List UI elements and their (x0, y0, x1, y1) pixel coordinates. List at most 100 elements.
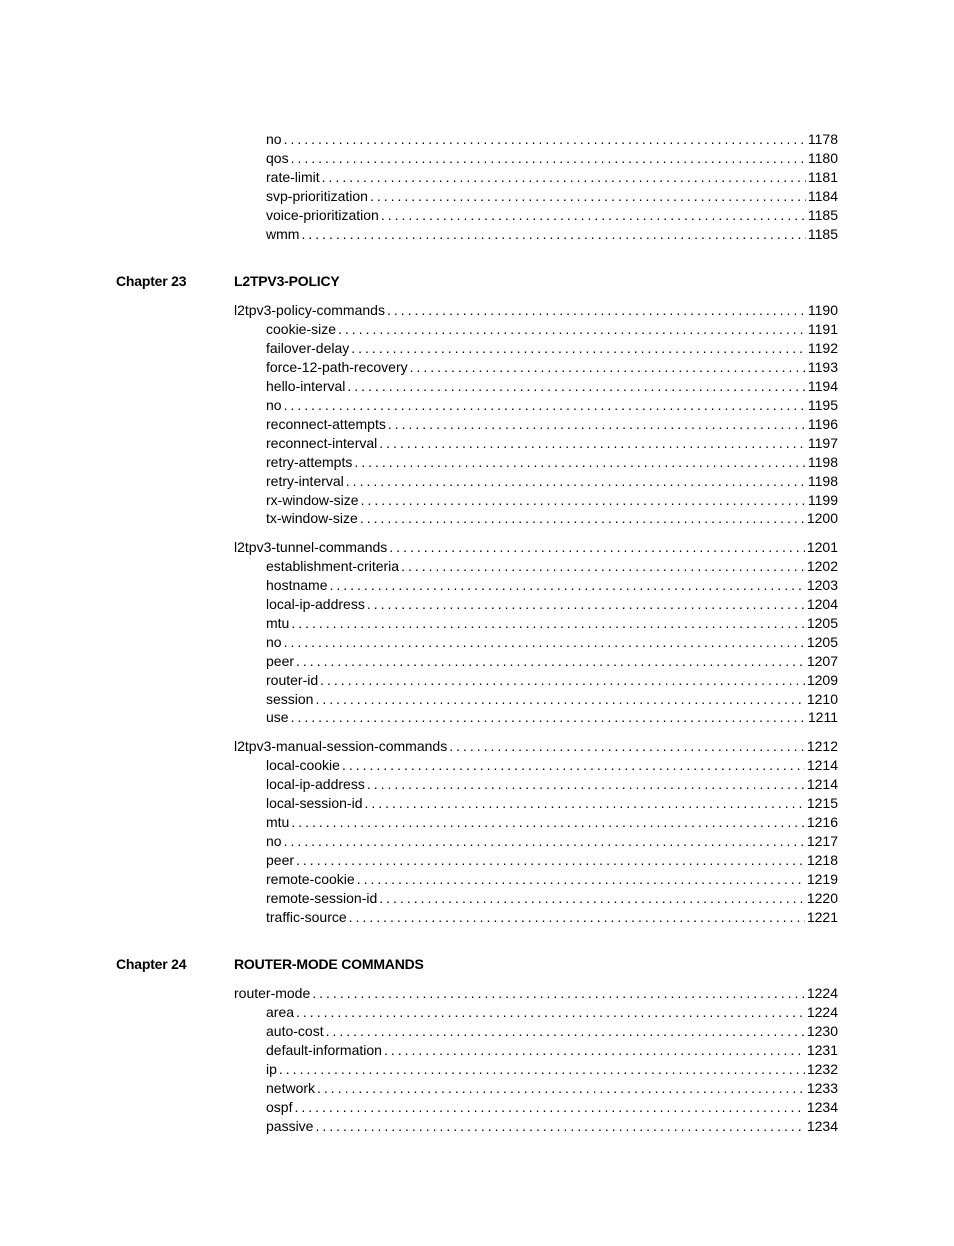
toc-leader-dots (292, 1098, 806, 1117)
toc-entry[interactable]: router-id 1209 (266, 671, 838, 690)
toc-leader-dots (344, 472, 808, 491)
toc-entry-page: 1180 (808, 149, 838, 168)
chapter-label: Chapter 23 (116, 273, 234, 289)
toc-entry-text: auto-cost (266, 1022, 324, 1041)
toc-entry[interactable]: ospf 1234 (266, 1098, 838, 1117)
toc-entry-page: 1234 (807, 1098, 838, 1117)
toc-entry-text: rate-limit (266, 168, 320, 187)
toc-entry[interactable]: l2tpv3-policy-commands 1190 (234, 301, 838, 320)
toc-entry[interactable]: no 1195 (266, 396, 838, 415)
toc-entry-text: l2tpv3-tunnel-commands (234, 538, 387, 557)
toc-entry[interactable]: reconnect-interval 1197 (266, 434, 838, 453)
toc-entry-page: 1221 (807, 908, 838, 927)
toc-entry-text: failover-delay (266, 339, 349, 358)
toc-entry-page: 1196 (808, 415, 838, 434)
toc-entry[interactable]: tx-window-size 1200 (266, 509, 838, 528)
toc-entry[interactable]: retry-interval 1198 (266, 472, 838, 491)
toc-entry-text: no (266, 130, 282, 149)
toc-entry-text: establishment-criteria (266, 557, 399, 576)
toc-entry-page: 1202 (807, 557, 838, 576)
toc-entry[interactable]: passive 1234 (266, 1117, 838, 1136)
toc-entry[interactable]: voice-prioritization 1185 (266, 206, 838, 225)
toc-leader-dots (387, 538, 807, 557)
chapter-title: ROUTER-MODE COMMANDS (234, 956, 424, 972)
toc-entry-page: 1207 (807, 652, 838, 671)
toc-entry[interactable]: hostname 1203 (266, 576, 838, 595)
toc-entry[interactable]: force-12-path-recovery 1193 (266, 358, 838, 377)
toc-entry[interactable]: traffic-source 1221 (266, 908, 838, 927)
toc-entry-page: 1191 (808, 320, 838, 339)
toc-entry[interactable]: use 1211 (266, 708, 838, 727)
toc-group: l2tpv3-manual-session-commands 1212local… (116, 737, 838, 926)
toc-entry[interactable]: no 1205 (266, 633, 838, 652)
toc-entry-text: local-ip-address (266, 595, 365, 614)
toc-entry[interactable]: local-cookie 1214 (266, 756, 838, 775)
toc-leader-dots (294, 1003, 807, 1022)
toc-entry-text: qos (266, 149, 289, 168)
toc-entry-text: mtu (266, 813, 289, 832)
toc-entry[interactable]: rate-limit 1181 (266, 168, 838, 187)
toc-leader-dots (368, 187, 808, 206)
toc-entry-text: rx-window-size (266, 491, 359, 510)
toc-leader-dots (315, 1079, 807, 1098)
toc-entry[interactable]: failover-delay 1192 (266, 339, 838, 358)
toc-entry[interactable]: establishment-criteria 1202 (266, 557, 838, 576)
toc-entry[interactable]: auto-cost 1230 (266, 1022, 838, 1041)
toc-entry[interactable]: retry-attempts 1198 (266, 453, 838, 472)
toc-entry[interactable]: mtu 1216 (266, 813, 838, 832)
toc-entry[interactable]: session 1210 (266, 690, 838, 709)
toc-entry[interactable]: wmm 1185 (266, 225, 838, 244)
toc-entry[interactable]: svp-prioritization 1184 (266, 187, 838, 206)
toc-entry-text: local-ip-address (266, 775, 365, 794)
toc-entry[interactable]: no 1178 (266, 130, 838, 149)
toc-entry[interactable]: peer 1218 (266, 851, 838, 870)
toc-entry-text: l2tpv3-policy-commands (234, 301, 385, 320)
toc-entry[interactable]: mtu 1205 (266, 614, 838, 633)
toc-entry[interactable]: l2tpv3-manual-session-commands 1212 (234, 737, 838, 756)
toc-leader-dots (294, 652, 807, 671)
toc-entry-page: 1218 (807, 851, 838, 870)
toc-entry-text: no (266, 396, 282, 415)
toc-entry-page: 1224 (807, 984, 838, 1003)
toc-entry-text: no (266, 633, 282, 652)
toc-entry[interactable]: rx-window-size 1199 (266, 491, 838, 510)
toc-entry[interactable]: qos 1180 (266, 149, 838, 168)
toc-leader-dots (377, 434, 808, 453)
toc-entry-text: default-information (266, 1041, 382, 1060)
toc-entry[interactable]: default-information 1231 (266, 1041, 838, 1060)
toc-entry[interactable]: remote-session-id 1220 (266, 889, 838, 908)
toc-group: l2tpv3-tunnel-commands 1201establishment… (116, 538, 838, 727)
toc-entry[interactable]: remote-cookie 1219 (266, 870, 838, 889)
toc-entry-text: reconnect-interval (266, 434, 377, 453)
toc-entry[interactable]: network 1233 (266, 1079, 838, 1098)
toc-entry[interactable]: local-session-id 1215 (266, 794, 838, 813)
toc-leader-dots (299, 225, 807, 244)
toc-entry-text: tx-window-size (266, 509, 358, 528)
toc-entry[interactable]: local-ip-address 1214 (266, 775, 838, 794)
toc-leader-dots (359, 491, 808, 510)
toc-entry-page: 1211 (808, 708, 838, 727)
toc-entry-text: ospf (266, 1098, 292, 1117)
toc-entry[interactable]: cookie-size 1191 (266, 320, 838, 339)
toc-entry[interactable]: peer 1207 (266, 652, 838, 671)
toc-entry-text: l2tpv3-manual-session-commands (234, 737, 447, 756)
toc-leader-dots (336, 320, 808, 339)
toc-entry[interactable]: hello-interval 1194 (266, 377, 838, 396)
toc-entry-page: 1190 (808, 301, 838, 320)
toc-entry-page: 1233 (807, 1079, 838, 1098)
toc-entry[interactable]: no 1217 (266, 832, 838, 851)
toc-leader-dots (289, 149, 808, 168)
toc-entry[interactable]: local-ip-address 1204 (266, 595, 838, 614)
toc-entry[interactable]: ip 1232 (266, 1060, 838, 1079)
toc-entry[interactable]: reconnect-attempts 1196 (266, 415, 838, 434)
toc-entry-page: 1185 (808, 206, 838, 225)
toc-entry[interactable]: l2tpv3-tunnel-commands 1201 (234, 538, 838, 557)
toc-entry-page: 1178 (808, 130, 838, 149)
toc-entry-text: mtu (266, 614, 289, 633)
toc-entry-page: 1200 (807, 509, 838, 528)
toc-entry[interactable]: router-mode 1224 (234, 984, 838, 1003)
toc-entry-page: 1220 (807, 889, 838, 908)
toc-leader-dots (289, 614, 807, 633)
toc-leader-dots (385, 301, 808, 320)
toc-entry[interactable]: area 1224 (266, 1003, 838, 1022)
